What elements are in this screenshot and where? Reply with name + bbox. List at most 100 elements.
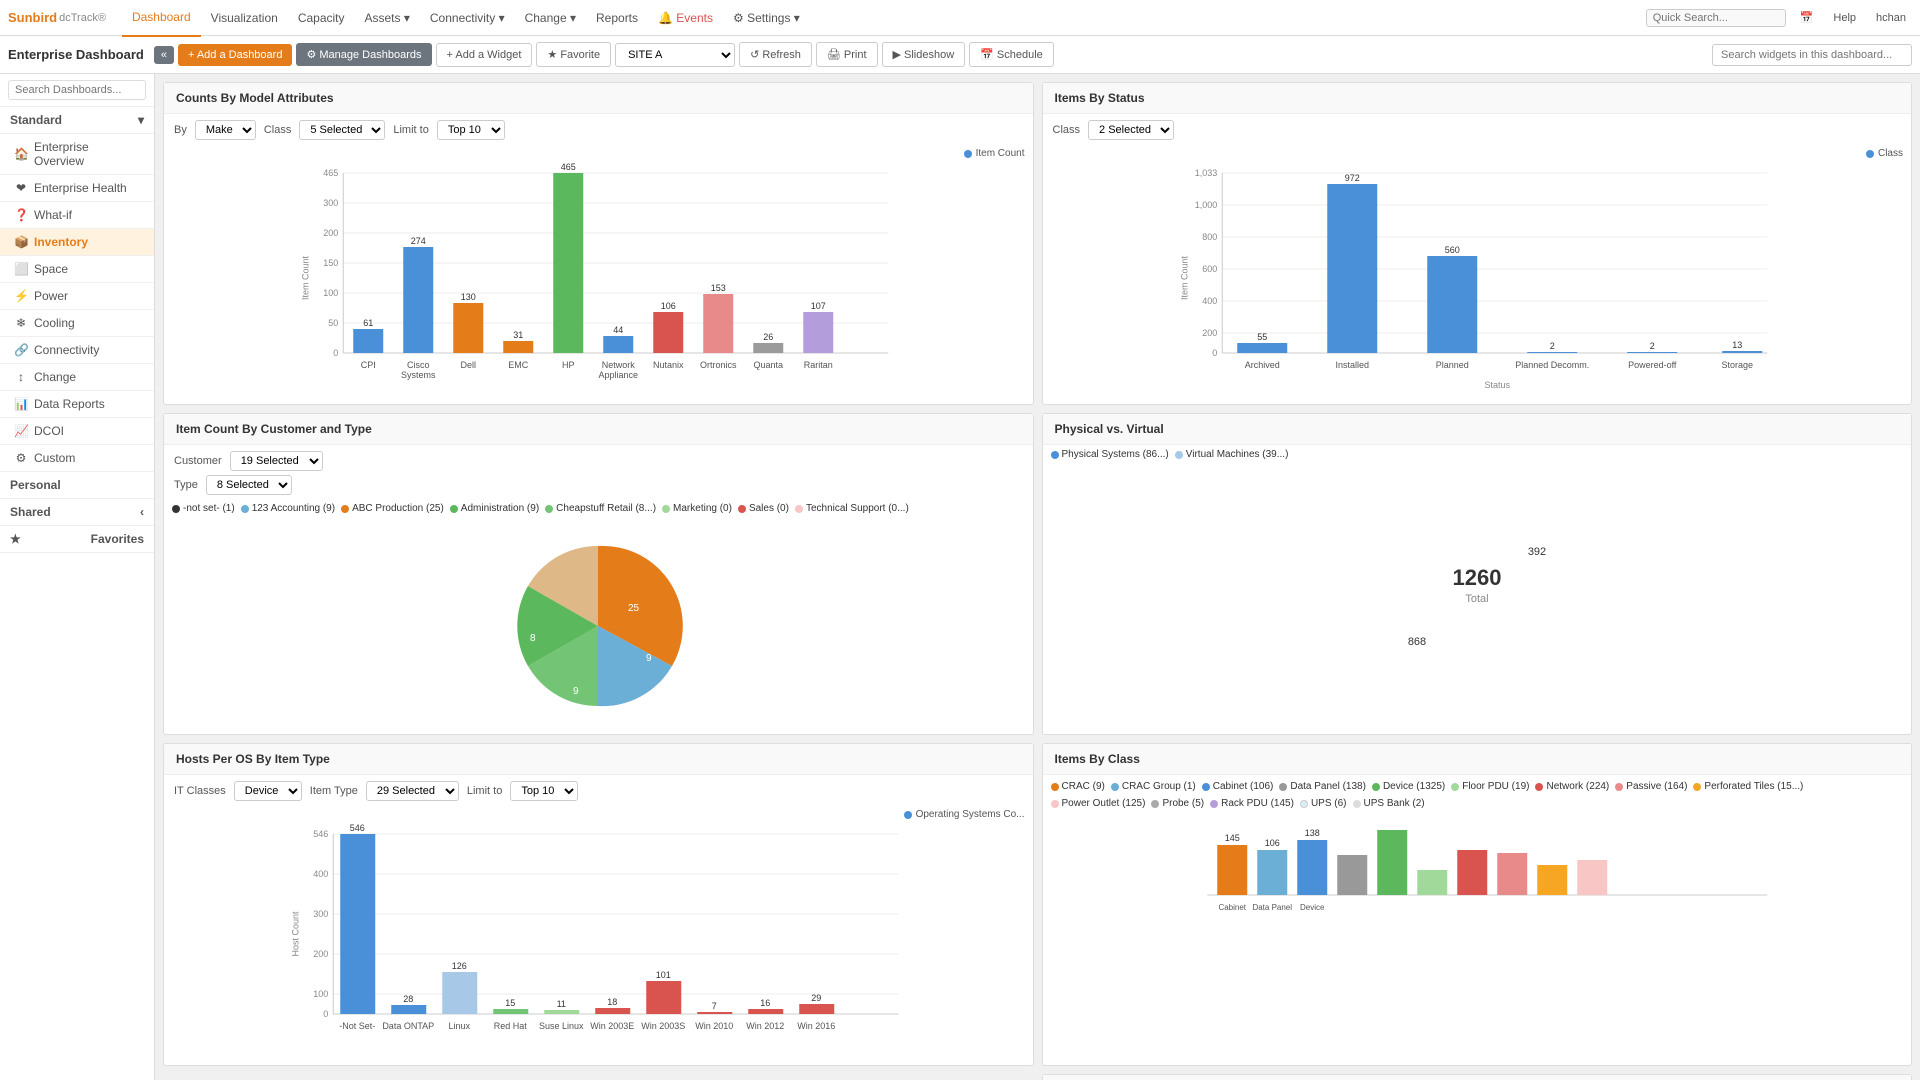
help-button[interactable]: Help	[1827, 10, 1862, 26]
svg-text:Ortronics: Ortronics	[700, 360, 737, 370]
legend-crac-group: CRAC Group (1)	[1111, 781, 1196, 792]
standard-group-header[interactable]: Standard ▾	[0, 107, 154, 134]
svg-text:31: 31	[513, 330, 523, 340]
whatif-icon: ❓	[14, 208, 28, 222]
svg-text:400: 400	[313, 869, 328, 879]
legend-passive: Passive (164)	[1615, 781, 1687, 792]
add-dashboard-button[interactable]: + Add a Dashboard	[178, 44, 293, 66]
bar-storage	[1722, 351, 1762, 353]
sidebar-item-dcoi[interactable]: 📈 DCOI	[0, 418, 154, 445]
class-select[interactable]: 5 Selected	[299, 120, 385, 140]
hosts-top-select[interactable]: Top 10	[510, 781, 578, 801]
svg-text:Host Count: Host Count	[290, 911, 300, 957]
svg-text:300: 300	[313, 909, 328, 919]
svg-text:Data ONTAP: Data ONTAP	[382, 1021, 434, 1031]
bar-win2003s	[646, 981, 681, 1014]
svg-text:61: 61	[363, 318, 373, 328]
widget-search-input[interactable]	[1712, 44, 1912, 66]
change-icon: ↕	[14, 370, 28, 384]
svg-text:465: 465	[561, 163, 576, 172]
bar-planned-decomm	[1527, 352, 1577, 353]
nav-settings[interactable]: ⚙ Settings ▾	[723, 0, 810, 36]
sidebar-item-change[interactable]: ↕ Change	[0, 364, 154, 391]
sidebar-item-cooling[interactable]: ❄ Cooling	[0, 310, 154, 337]
customer-select[interactable]: 19 Selected	[230, 451, 323, 471]
toolbar: Enterprise Dashboard « + Add a Dashboard…	[0, 36, 1920, 74]
bar-planned	[1427, 256, 1477, 353]
svg-text:0: 0	[1212, 348, 1217, 358]
dashboard-content: Counts By Model Attributes By Make Class…	[155, 74, 1920, 1080]
calendar-icon[interactable]: 📅	[1794, 9, 1820, 26]
refresh-button[interactable]: ↺ Refresh	[739, 42, 812, 67]
sidebar-item-space[interactable]: ⬜ Space	[0, 256, 154, 283]
favorite-button[interactable]: ★ Favorite	[536, 42, 611, 67]
device-select[interactable]: Device	[234, 781, 302, 801]
legend-crac: CRAC (9)	[1051, 781, 1105, 792]
user-menu[interactable]: hchan	[1870, 10, 1912, 26]
site-select[interactable]: SITE A	[615, 43, 735, 67]
item-type-select[interactable]: 29 Selected	[366, 781, 459, 801]
svg-text:7: 7	[712, 1001, 717, 1011]
sidebar-item-connectivity[interactable]: 🔗 Connectivity	[0, 337, 154, 364]
svg-text:Dell: Dell	[460, 360, 476, 370]
sidebar-item-custom[interactable]: ⚙ Custom	[0, 445, 154, 472]
status-legend: Class	[1043, 144, 1912, 163]
nav-dashboard[interactable]: Dashboard	[122, 0, 201, 37]
shared-group-header[interactable]: Shared ‹	[0, 499, 154, 526]
sidebar-item-whatif[interactable]: ❓ What-if	[0, 202, 154, 229]
bar-ortronics	[703, 294, 733, 353]
hosts-per-os-controls: IT Classes Device Item Type 29 Selected …	[164, 775, 1033, 805]
nav-events[interactable]: 🔔 Events	[648, 0, 723, 36]
make-select[interactable]: Make	[195, 120, 256, 140]
item-count-customer-title: Item Count By Customer and Type	[164, 414, 1033, 445]
nav-visualization[interactable]: Visualization	[201, 0, 288, 36]
svg-text:1,000: 1,000	[1194, 200, 1217, 210]
legend-abc: ABC Production (25)	[341, 503, 444, 514]
sidebar-item-data-reports[interactable]: 📊 Data Reports	[0, 391, 154, 418]
sidebar-search-input[interactable]	[8, 80, 146, 100]
legend-device: Device (1325)	[1372, 781, 1445, 792]
type-controls: Type 8 Selected	[164, 475, 1033, 499]
svg-text:200: 200	[313, 949, 328, 959]
legend-sales: Sales (0)	[738, 503, 789, 514]
legend-perforated: Perforated Tiles (15...)	[1693, 781, 1803, 792]
items-by-class-chart: 145 106 138 Cabinet Data Panel	[1051, 815, 1904, 935]
nav-capacity[interactable]: Capacity	[288, 0, 355, 36]
type-select[interactable]: 8 Selected	[206, 475, 292, 495]
favorites-group-header[interactable]: ★ Favorites	[0, 526, 154, 553]
personal-group-header[interactable]: Personal	[0, 472, 154, 499]
svg-text:800: 800	[1202, 232, 1217, 242]
svg-text:Item Count: Item Count	[300, 255, 310, 300]
quick-search-input[interactable]	[1646, 9, 1786, 27]
class-filter-label: Class	[1053, 124, 1081, 136]
svg-text:Powered-off: Powered-off	[1628, 360, 1677, 370]
hosts-chart-area: Host Count 0 100 200 300 400	[164, 824, 1033, 1065]
svg-text:2: 2	[1649, 341, 1654, 351]
nav-change[interactable]: Change ▾	[515, 0, 586, 36]
hosts-vms-cluster-widget: Hosts and VMs Per Cluster VM Guests VM H…	[1042, 1074, 1913, 1080]
os-legend-dot	[904, 811, 912, 819]
nav-connectivity[interactable]: Connectivity ▾	[420, 0, 515, 36]
sidebar-collapse-button[interactable]: «	[154, 46, 174, 64]
nav-reports[interactable]: Reports	[586, 0, 648, 36]
class-filter-select[interactable]: 2 Selected	[1088, 120, 1174, 140]
top-select[interactable]: Top 10	[437, 120, 505, 140]
svg-text:16: 16	[760, 998, 770, 1008]
svg-text:Status: Status	[1484, 380, 1510, 390]
svg-text:Appliance: Appliance	[598, 370, 638, 380]
schedule-button[interactable]: 📅 Schedule	[969, 42, 1054, 67]
svg-text:Win 2016: Win 2016	[797, 1021, 835, 1031]
svg-text:9: 9	[646, 653, 652, 664]
svg-text:138: 138	[1304, 828, 1319, 838]
sidebar-item-enterprise-health[interactable]: ❤ Enterprise Health	[0, 175, 154, 202]
nav-assets[interactable]: Assets ▾	[355, 0, 420, 36]
sidebar-item-enterprise-overview[interactable]: 🏠 Enterprise Overview	[0, 134, 154, 175]
sidebar-item-power[interactable]: ⚡ Power	[0, 283, 154, 310]
print-button[interactable]: 🖨 Print	[816, 42, 878, 67]
customer-pie-area: 25 9 9 8	[164, 518, 1033, 734]
add-widget-button[interactable]: + Add a Widget	[436, 43, 533, 67]
logo-dctrack: dcTrack®	[59, 12, 106, 24]
slideshow-button[interactable]: ▶ Slideshow	[882, 42, 966, 67]
sidebar-item-inventory[interactable]: 📦 Inventory	[0, 229, 154, 256]
manage-dashboards-button[interactable]: ⚙ Manage Dashboards	[296, 43, 431, 66]
